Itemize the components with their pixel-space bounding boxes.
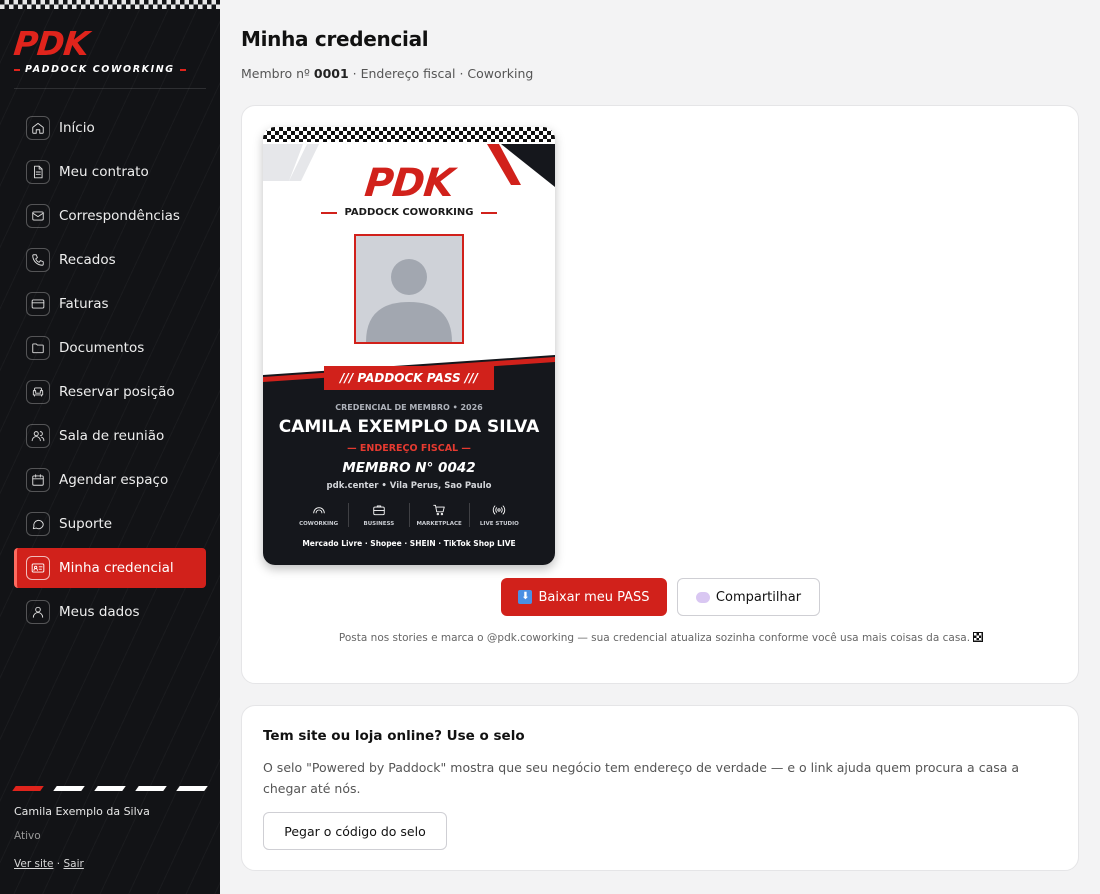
badge-member-name: CAMILA EXEMPLO DA SILVA bbox=[278, 417, 540, 437]
member-number: 0001 bbox=[313, 66, 349, 81]
seal-card: Tem site ou loja online? Use o selo O se… bbox=[241, 705, 1079, 871]
speech-bubble-icon bbox=[695, 591, 710, 603]
broadcast-icon bbox=[493, 505, 506, 515]
badge-member-number: MEMBRO N° 0042 bbox=[342, 460, 476, 476]
avatar-placeholder bbox=[354, 234, 464, 344]
sidebar-item-label: Meus dados bbox=[59, 604, 140, 620]
sidebar-nav: Início Meu contrato Correspondências Rec… bbox=[14, 108, 206, 636]
briefcase-icon bbox=[373, 505, 385, 516]
user-name: Camila Exemplo da Silva bbox=[14, 805, 150, 818]
sidebar-item-correspondencias[interactable]: Correspondências bbox=[14, 196, 206, 236]
badge-features: COWORKING BUSINESS MARKETPLACE LIVE STUD… bbox=[289, 503, 529, 527]
paddock-pass-label: /// PADDOCK PASS /// bbox=[324, 366, 494, 390]
calendar-icon bbox=[26, 468, 50, 492]
sidebar-item-label: Correspondências bbox=[59, 208, 180, 224]
sidebar-item-label: Início bbox=[59, 120, 95, 136]
badge-brand: PADDOCK COWORKING bbox=[263, 207, 555, 218]
badge-logo: PDK bbox=[362, 161, 456, 206]
feature-live-studio: LIVE STUDIO bbox=[470, 503, 529, 527]
sidebar-item-minha-credencial[interactable]: Minha credencial bbox=[14, 548, 206, 588]
view-site-link[interactable]: Ver site bbox=[14, 858, 53, 870]
mail-icon bbox=[26, 204, 50, 228]
sidebar-item-reservar-posicao[interactable]: Reservar posição bbox=[14, 372, 206, 412]
sidebar-item-inicio[interactable]: Início bbox=[14, 108, 206, 148]
share-note: Posta nos stories e marca o @pdk.coworki… bbox=[242, 632, 1080, 644]
coworking-icon bbox=[312, 507, 325, 514]
page-subtitle: Membro nº 0001 · Endereço fiscal · Cowor… bbox=[241, 66, 534, 81]
phone-icon bbox=[26, 248, 50, 272]
share-button[interactable]: Compartilhar bbox=[677, 578, 820, 616]
home-icon bbox=[26, 116, 50, 140]
id-card-icon bbox=[26, 556, 50, 580]
armchair-icon bbox=[26, 380, 50, 404]
download-pass-button[interactable]: ⬇ Baixar meu PASS bbox=[501, 578, 667, 616]
checkered-flag-icon bbox=[973, 632, 984, 642]
download-arrow-icon: ⬇ bbox=[518, 590, 533, 604]
brand-tagline: PADDOCK COWORKING bbox=[14, 64, 190, 75]
chat-bubble-icon bbox=[26, 512, 50, 536]
sidebar-item-meu-contrato[interactable]: Meu contrato bbox=[14, 152, 206, 192]
feature-marketplace: MARKETPLACE bbox=[410, 503, 470, 527]
get-seal-code-button[interactable]: Pegar o código do selo bbox=[263, 812, 447, 850]
checkered-flag-strip bbox=[0, 0, 220, 9]
feature-coworking: COWORKING bbox=[289, 503, 350, 527]
person-silhouette-icon bbox=[366, 259, 452, 342]
racing-stripe-divider bbox=[12, 786, 208, 791]
badge-plan: — ENDEREÇO FISCAL — bbox=[347, 443, 471, 454]
credit-card-icon bbox=[26, 292, 50, 316]
cart-icon bbox=[433, 504, 445, 516]
sidebar-item-label: Recados bbox=[59, 252, 116, 268]
feature-business: BUSINESS bbox=[349, 503, 410, 527]
badge-location: pdk.center • Vila Perus, Sao Paulo bbox=[326, 481, 492, 491]
credential-line: CREDENCIAL DE MEMBRO • 2026 bbox=[335, 403, 483, 412]
sidebar-divider bbox=[14, 88, 206, 89]
page-title: Minha credencial bbox=[241, 27, 429, 51]
credential-card: PDK PADDOCK COWORKING /// PADDOCK PASS /… bbox=[241, 105, 1079, 684]
sidebar-item-label: Minha credencial bbox=[59, 560, 174, 576]
member-badge: PDK PADDOCK COWORKING /// PADDOCK PASS /… bbox=[263, 127, 555, 565]
sidebar-item-sala-de-reuniao[interactable]: Sala de reunião bbox=[14, 416, 206, 456]
sidebar-item-meus-dados[interactable]: Meus dados bbox=[14, 592, 206, 632]
sidebar-item-label: Faturas bbox=[59, 296, 109, 312]
sidebar-item-label: Suporte bbox=[59, 516, 113, 532]
sidebar-item-recados[interactable]: Recados bbox=[14, 240, 206, 280]
sidebar-links: Ver site · Sair bbox=[14, 858, 84, 870]
sidebar-item-label: Documentos bbox=[59, 340, 145, 356]
folder-icon bbox=[26, 336, 50, 360]
sidebar-item-label: Sala de reunião bbox=[59, 428, 165, 444]
sidebar-item-documentos[interactable]: Documentos bbox=[14, 328, 206, 368]
sidebar-item-suporte[interactable]: Suporte bbox=[14, 504, 206, 544]
sidebar-item-agendar-espaco[interactable]: Agendar espaço bbox=[14, 460, 206, 500]
logout-link[interactable]: Sair bbox=[63, 858, 83, 870]
sidebar-item-faturas[interactable]: Faturas bbox=[14, 284, 206, 324]
user-icon bbox=[26, 600, 50, 624]
brand-logo[interactable]: PDK bbox=[12, 24, 90, 63]
user-status: Ativo bbox=[14, 830, 41, 842]
sidebar-item-label: Agendar espaço bbox=[59, 472, 169, 488]
link-separator: · bbox=[56, 858, 61, 870]
document-icon bbox=[26, 160, 50, 184]
seal-description: O selo "Powered by Paddock" mostra que s… bbox=[263, 760, 1020, 796]
sidebar-item-label: Meu contrato bbox=[59, 164, 149, 180]
badge-marketplaces: Mercado Livre · Shopee · SHEIN · TikTok … bbox=[302, 539, 516, 548]
users-icon bbox=[26, 424, 50, 448]
seal-title: Tem site ou loja online? Use o selo bbox=[263, 728, 525, 744]
sidebar-item-label: Reservar posição bbox=[59, 384, 175, 400]
sidebar: PDK PADDOCK COWORKING Início Meu contrat… bbox=[0, 0, 220, 894]
